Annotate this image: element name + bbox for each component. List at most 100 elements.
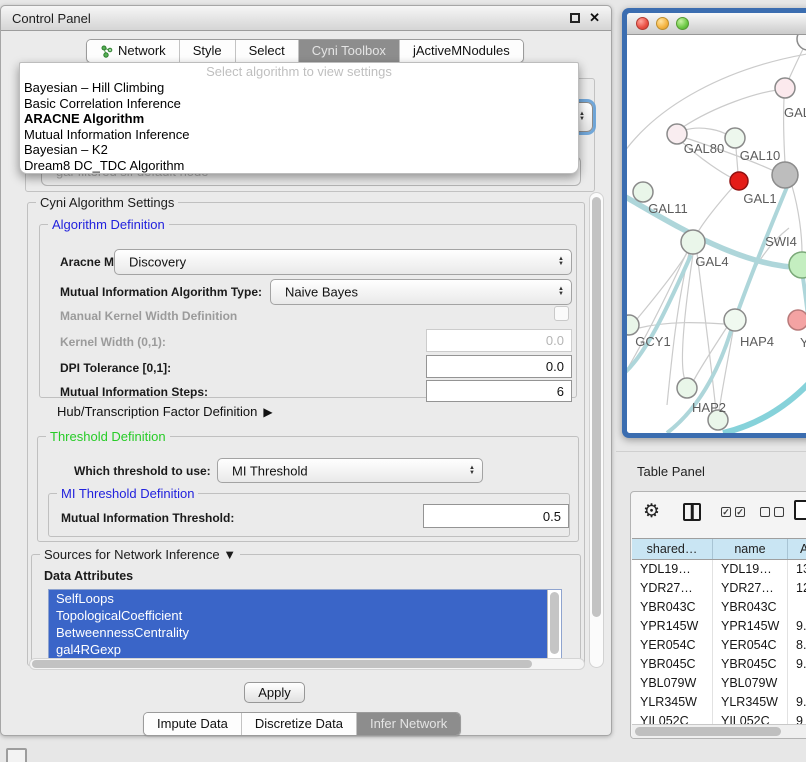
minimize-traffic-button[interactable]	[656, 17, 669, 30]
table-row[interactable]: YDL19… YDL19… 13	[632, 560, 806, 579]
algorithm-option[interactable]: Basic Correlation Inference	[20, 96, 578, 112]
table-row[interactable]: YBR043C YBR043C	[632, 598, 806, 617]
list-vertical-scrollbar[interactable]	[547, 590, 561, 658]
mi-threshold-input[interactable]	[423, 504, 569, 528]
sources-expander[interactable]: Sources for Network Inference ▼	[40, 547, 240, 562]
network-edge	[683, 90, 777, 127]
network-node[interactable]	[775, 78, 795, 98]
mi-steps-input[interactable]	[426, 380, 572, 402]
popup-placeholder: Select algorithm to view settings	[20, 63, 578, 80]
algorithm-option-highlighted[interactable]: ARACNE Algorithm	[20, 111, 578, 127]
node-label: GAL	[784, 105, 806, 120]
settings-gear-icon[interactable]: ⚙	[643, 501, 660, 523]
table-row[interactable]: YBL079W YBL079W	[632, 674, 806, 693]
table-cell: YLR345W	[632, 693, 713, 712]
algorithm-option[interactable]: Bayesian – Hill Climbing	[20, 80, 578, 96]
table-row[interactable]: YBR045C YBR045C 9.	[632, 655, 806, 674]
tab-infer-network[interactable]: Infer Network	[357, 713, 460, 735]
node-table: shared… name A YDL19… YDL19… 13 YDR27… Y…	[632, 538, 806, 731]
network-canvas[interactable]: GAL GAL80 GAL10 GAL1 GAL11 GAL4 SWI4 GCY…	[627, 35, 806, 433]
table-cell: YBR045C	[713, 655, 788, 674]
which-threshold-combobox[interactable]: MI Threshold ▲▼	[217, 458, 483, 483]
tab-label: Impute Data	[157, 713, 228, 735]
network-edge	[723, 379, 806, 433]
list-item[interactable]: SelfLoops	[49, 590, 561, 607]
spinner-arrows-icon: ▲▼	[558, 257, 564, 267]
algorithm-option[interactable]: Mutual Information Inference	[20, 127, 578, 143]
network-node[interactable]	[725, 128, 745, 148]
algorithm-option[interactable]: Dream8 DC_TDC Algorithm	[20, 158, 578, 174]
table-row[interactable]: YPR145W YPR145W 9.	[632, 617, 806, 636]
mi-threshold-label: Mutual Information Threshold:	[61, 511, 234, 525]
deselect-all-icon[interactable]	[760, 507, 784, 517]
column-header[interactable]: A	[788, 539, 806, 559]
table-horizontal-scrollbar[interactable]	[632, 724, 806, 738]
kernel-width-input	[426, 329, 572, 352]
table-panel: ⚙ ✓✓ shared… name A YDL19… YDL19… 13 Y	[630, 491, 806, 739]
table-row[interactable]: YER054C YER054C 8.	[632, 636, 806, 655]
aracne-mode-combobox[interactable]: Discovery ▲▼	[114, 249, 572, 275]
tab-label: Style	[193, 40, 222, 62]
table-cell: YPR145W	[713, 617, 788, 636]
close-traffic-button[interactable]	[636, 17, 649, 30]
control-panel-tabbar: Network Style Select Cyni Toolbox jActiv…	[86, 39, 524, 63]
tab-select[interactable]: Select	[236, 40, 299, 62]
network-node[interactable]	[788, 310, 806, 330]
network-edge	[787, 45, 805, 83]
group-title: Cyni Algorithm Settings	[36, 195, 178, 210]
network-node[interactable]	[797, 35, 806, 50]
network-node[interactable]	[677, 378, 697, 398]
tab-network[interactable]: Network	[87, 40, 180, 62]
table-toolbar: ⚙ ✓✓	[631, 492, 806, 536]
node-label: SWI4	[765, 234, 797, 249]
settings-horizontal-scrollbar[interactable]	[29, 658, 585, 670]
network-node[interactable]	[633, 182, 653, 202]
tab-jactivemnodules[interactable]: jActiveMNodules	[400, 40, 523, 62]
dpi-tolerance-input[interactable]	[426, 355, 572, 378]
network-node[interactable]	[789, 252, 806, 278]
apply-button[interactable]: Apply	[244, 682, 305, 703]
list-item[interactable]: TopologicalCoefficient	[49, 607, 561, 624]
network-edge	[698, 187, 733, 232]
tab-label: Network	[118, 40, 166, 62]
window-title: Control Panel	[12, 11, 91, 26]
group-title: Threshold Definition	[46, 429, 170, 444]
settings-vertical-scrollbar[interactable]	[589, 192, 604, 668]
node-label: HAP2	[692, 400, 726, 415]
table-row[interactable]: YLR345W YLR345W 9.	[632, 693, 806, 712]
table-panel-title: Table Panel	[637, 464, 705, 479]
list-item[interactable]: BetweennessCentrality	[49, 624, 561, 641]
column-header[interactable]: shared…	[632, 539, 713, 559]
list-item[interactable]: gal4RGexp	[49, 641, 561, 658]
dock-panel-icon[interactable]	[6, 748, 27, 762]
tab-discretize-data[interactable]: Discretize Data	[242, 713, 357, 735]
table-cell: YPR145W	[632, 617, 713, 636]
tab-cyni-toolbox[interactable]: Cyni Toolbox	[299, 40, 400, 62]
float-window-icon[interactable]	[570, 13, 580, 23]
table-cell	[788, 674, 806, 693]
new-table-icon[interactable]	[794, 500, 806, 520]
mi-steps-label: Mutual Information Steps:	[60, 385, 208, 399]
network-node[interactable]	[681, 230, 705, 254]
tab-style[interactable]: Style	[180, 40, 236, 62]
aracne-mode-value: Discovery	[129, 255, 186, 270]
node-label: GCY1	[635, 334, 670, 349]
hub-factor-expander[interactable]: Hub/Transcription Factor Definition▶	[57, 404, 273, 419]
algorithm-option[interactable]: Bayesian – K2	[20, 142, 578, 158]
kernel-width-label: Kernel Width (0,1):	[60, 335, 166, 349]
zoom-traffic-button[interactable]	[676, 17, 689, 30]
column-layout-icon[interactable]	[683, 503, 701, 521]
select-all-icon[interactable]: ✓✓	[721, 507, 745, 517]
network-node[interactable]	[724, 309, 746, 331]
network-edge	[637, 253, 687, 319]
network-edge	[627, 255, 691, 375]
network-node-selected[interactable]	[730, 172, 748, 190]
network-node[interactable]	[772, 162, 798, 188]
close-icon[interactable]: ✕	[589, 13, 600, 23]
table-cell: YBL079W	[632, 674, 713, 693]
table-cell: YDL19…	[713, 560, 788, 579]
column-header[interactable]: name	[713, 539, 788, 559]
tab-impute-data[interactable]: Impute Data	[144, 713, 242, 735]
mi-type-combobox[interactable]: Naive Bayes ▲▼	[270, 279, 572, 305]
table-row[interactable]: YDR27… YDR27… 12	[632, 579, 806, 598]
